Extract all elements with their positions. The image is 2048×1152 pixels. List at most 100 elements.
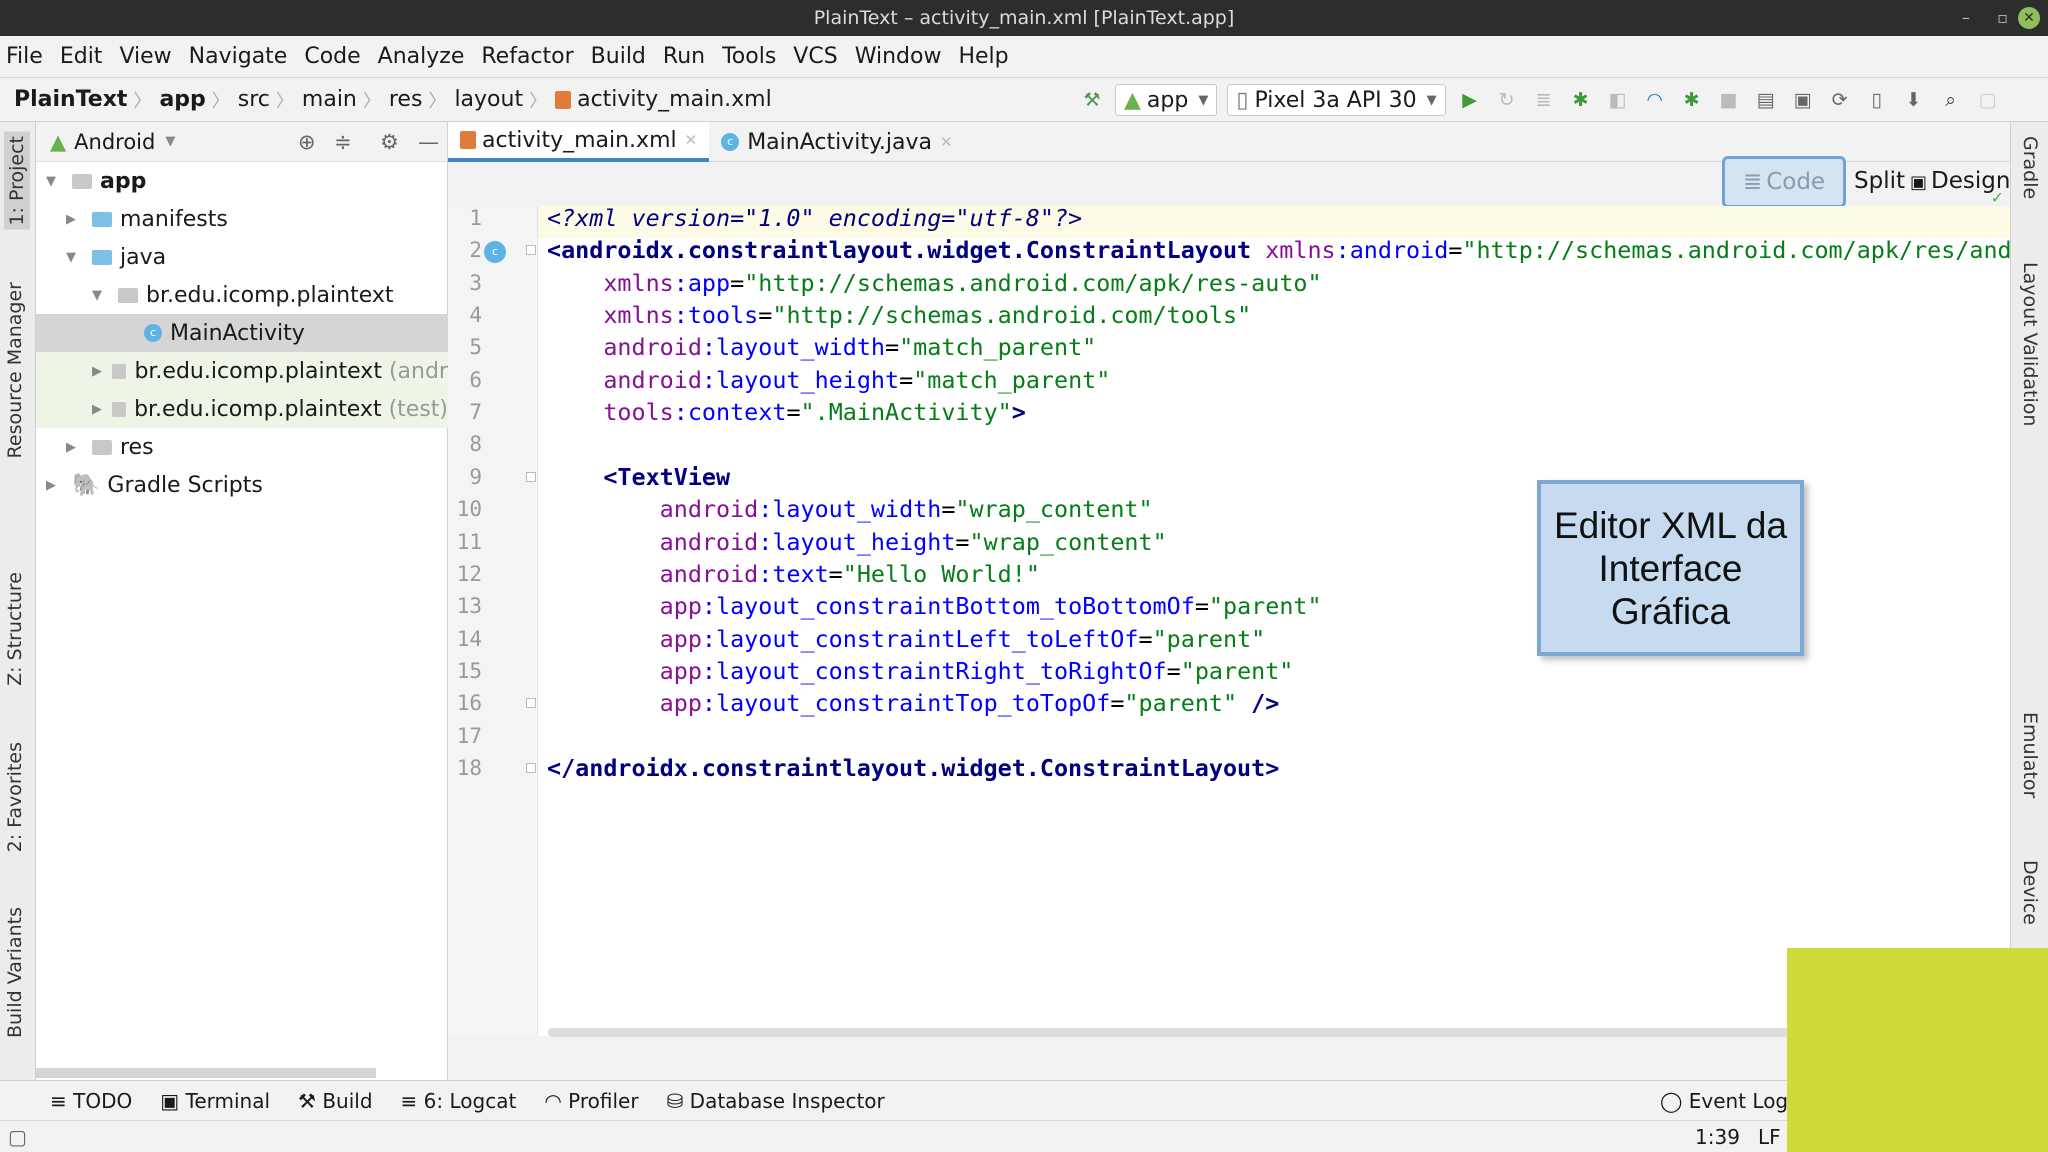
device-select[interactable]: ▯ Pixel 3a API 30 ▼ [1227, 84, 1446, 116]
code-line[interactable]: <androidx.constraintlayout.widget.Constr… [547, 234, 2010, 266]
apply-code-changes-icon[interactable]: ≣ [1530, 89, 1558, 111]
tool-tab-layout-validation[interactable]: Layout Validation [2019, 262, 2041, 426]
line-separator[interactable]: LF [1758, 1125, 1781, 1149]
toggle-tool-windows-icon[interactable]: ▢ [8, 1125, 27, 1149]
tree-item-res[interactable]: ▶ res [36, 428, 448, 466]
tool-tab-project[interactable]: 1: Project [4, 132, 30, 230]
run-icon[interactable]: ▶ [1456, 89, 1484, 111]
code-line[interactable]: android:text="Hello World!" [547, 558, 1040, 590]
tree-item-app[interactable]: ▼ app [36, 162, 448, 200]
fold-marker-icon[interactable] [526, 698, 536, 709]
menu-tools[interactable]: Tools [722, 44, 776, 69]
tool-database-inspector[interactable]: ⛁ Database Inspector [667, 1089, 885, 1113]
tool-tab-build-variants[interactable]: Build Variants [4, 907, 26, 1038]
code-line[interactable]: android:layout_width="wrap_content" [547, 493, 1153, 525]
tool-profiler[interactable]: ◠ Profiler [544, 1089, 638, 1113]
menu-window[interactable]: Window [855, 44, 942, 69]
close-button[interactable]: ✕ [2018, 7, 2040, 29]
code-line[interactable]: app:layout_constraintLeft_toLeftOf="pare… [547, 623, 1266, 655]
fold-marker-icon[interactable] [526, 245, 536, 256]
debug-icon[interactable]: ✱ [1567, 89, 1595, 111]
breadcrumb-src[interactable]: src [238, 87, 270, 112]
menu-navigate[interactable]: Navigate [189, 44, 288, 69]
tab-mainactivity-java[interactable]: c MainActivity.java ✕ [709, 122, 964, 162]
menu-edit[interactable]: Edit [60, 44, 103, 69]
menu-refactor[interactable]: Refactor [481, 44, 573, 69]
breadcrumb-file[interactable]: activity_main.xml [577, 87, 772, 112]
close-tab-icon[interactable]: ✕ [685, 131, 698, 149]
caret-position[interactable]: 1:39 [1695, 1125, 1740, 1149]
tool-logcat[interactable]: ≡ 6: Logcat [401, 1089, 517, 1113]
code-line[interactable]: xmlns:tools="http://schemas.android.com/… [547, 299, 1251, 331]
code-line[interactable]: android:layout_height="wrap_content" [547, 526, 1167, 558]
hammer-icon[interactable]: ⚒ [1078, 89, 1106, 111]
menu-build[interactable]: Build [591, 44, 646, 69]
class-reference-gutter-icon[interactable]: c [484, 241, 506, 263]
code-line[interactable]: app:layout_constraintRight_toRightOf="pa… [547, 655, 1294, 687]
account-icon[interactable]: ▢ [1974, 89, 2002, 111]
project-hscrollbar[interactable] [36, 1068, 376, 1078]
tree-item-package-androidtest[interactable]: ▶ br.edu.icomp.plaintext (andr [36, 352, 448, 390]
close-tab-icon[interactable]: ✕ [940, 133, 953, 151]
menu-help[interactable]: Help [958, 44, 1008, 69]
tool-tab-gradle[interactable]: Gradle [2019, 136, 2041, 199]
tree-item-package-test[interactable]: ▶ br.edu.icomp.plaintext (test) [36, 390, 448, 428]
apply-changes-icon[interactable]: ↻ [1493, 89, 1521, 111]
gear-icon[interactable]: ⚙ [380, 130, 399, 154]
tool-build[interactable]: ⚒ Build [298, 1089, 373, 1113]
breadcrumb-layout[interactable]: layout [454, 87, 523, 112]
breadcrumb-main[interactable]: main [302, 87, 357, 112]
attach-debugger-icon[interactable]: ✱ [1678, 89, 1706, 111]
breadcrumb-res[interactable]: res [389, 87, 423, 112]
sdk-manager-icon[interactable]: ⬇ [1900, 89, 1928, 111]
tree-item-gradle-scripts[interactable]: ▶ 🐘 Gradle Scripts [36, 466, 448, 504]
minimize-button[interactable]: – [1962, 0, 1970, 36]
tool-event-log[interactable]: ◯ Event Log [1660, 1089, 1788, 1113]
code-line[interactable]: app:layout_constraintTop_toTopOf="parent… [547, 687, 1280, 719]
maximize-button[interactable]: ▫ [1997, 0, 2008, 36]
tab-activity-main-xml[interactable]: activity_main.xml ✕ [448, 122, 710, 162]
code-line[interactable]: </androidx.constraintlayout.widget.Const… [547, 752, 1279, 784]
fold-marker-icon[interactable] [526, 762, 536, 773]
sync-gradle-icon[interactable]: ⟳ [1826, 89, 1854, 111]
code-line[interactable]: xmlns:app="http://schemas.android.com/ap… [547, 267, 1321, 299]
coverage-icon[interactable]: ◧ [1604, 89, 1632, 111]
tree-item-manifests[interactable]: ▶ manifests [36, 200, 448, 238]
tool-tab-device[interactable]: Device [2019, 860, 2041, 925]
menu-analyze[interactable]: Analyze [378, 44, 465, 69]
code-line[interactable]: <TextView [547, 461, 730, 493]
tree-item-mainactivity[interactable]: c MainActivity [36, 314, 448, 352]
search-icon[interactable]: ⌕ [1937, 89, 1965, 111]
locate-icon[interactable]: ⊕ [298, 130, 316, 154]
breadcrumb-app[interactable]: app [159, 87, 205, 112]
menu-file[interactable]: File [6, 44, 43, 69]
tree-item-java[interactable]: ▼ java [36, 238, 448, 276]
view-mode-select[interactable]: Android [74, 130, 155, 154]
profile-icon[interactable]: ◠ [1641, 89, 1669, 111]
editor-hscrollbar[interactable] [548, 1028, 1788, 1037]
breadcrumb-project[interactable]: PlainText [14, 87, 127, 112]
menu-vcs[interactable]: VCS [793, 44, 837, 69]
menu-run[interactable]: Run [663, 44, 705, 69]
tool-todo[interactable]: ≡ TODO [50, 1089, 132, 1113]
code-line[interactable]: tools:context=".MainActivity"> [547, 396, 1026, 428]
stop-icon[interactable]: ■ [1715, 89, 1743, 111]
hide-icon[interactable]: — [418, 130, 439, 154]
code-view-button[interactable]: ≣ Code [1722, 156, 1846, 208]
code-line[interactable]: app:layout_constraintBottom_toBottomOf="… [547, 590, 1322, 622]
collapse-all-icon[interactable]: ≑ [334, 130, 352, 154]
fold-marker-icon[interactable] [526, 471, 536, 482]
code-line[interactable]: <?xml version="1.0" encoding="utf-8"?> [547, 206, 1082, 234]
split-view-button[interactable]: Split [1854, 168, 1905, 194]
terminal-window-icon[interactable]: ▣ [1789, 89, 1817, 111]
tool-terminal[interactable]: ▣ Terminal [160, 1089, 270, 1113]
tree-item-package[interactable]: ▼ br.edu.icomp.plaintext [36, 276, 448, 314]
inspection-ok-icon[interactable]: ✓ [1991, 188, 2004, 207]
code-line[interactable]: android:layout_width="match_parent" [547, 331, 1096, 363]
tool-tab-resource-manager[interactable]: Resource Manager [4, 282, 26, 458]
run-config-select[interactable]: ▲ app ▼ [1115, 84, 1218, 116]
avd-manager-icon[interactable]: ▯ [1863, 89, 1891, 111]
menu-code[interactable]: Code [304, 44, 360, 69]
menu-view[interactable]: View [119, 44, 171, 69]
tool-tab-favorites[interactable]: 2: Favorites [4, 742, 26, 852]
